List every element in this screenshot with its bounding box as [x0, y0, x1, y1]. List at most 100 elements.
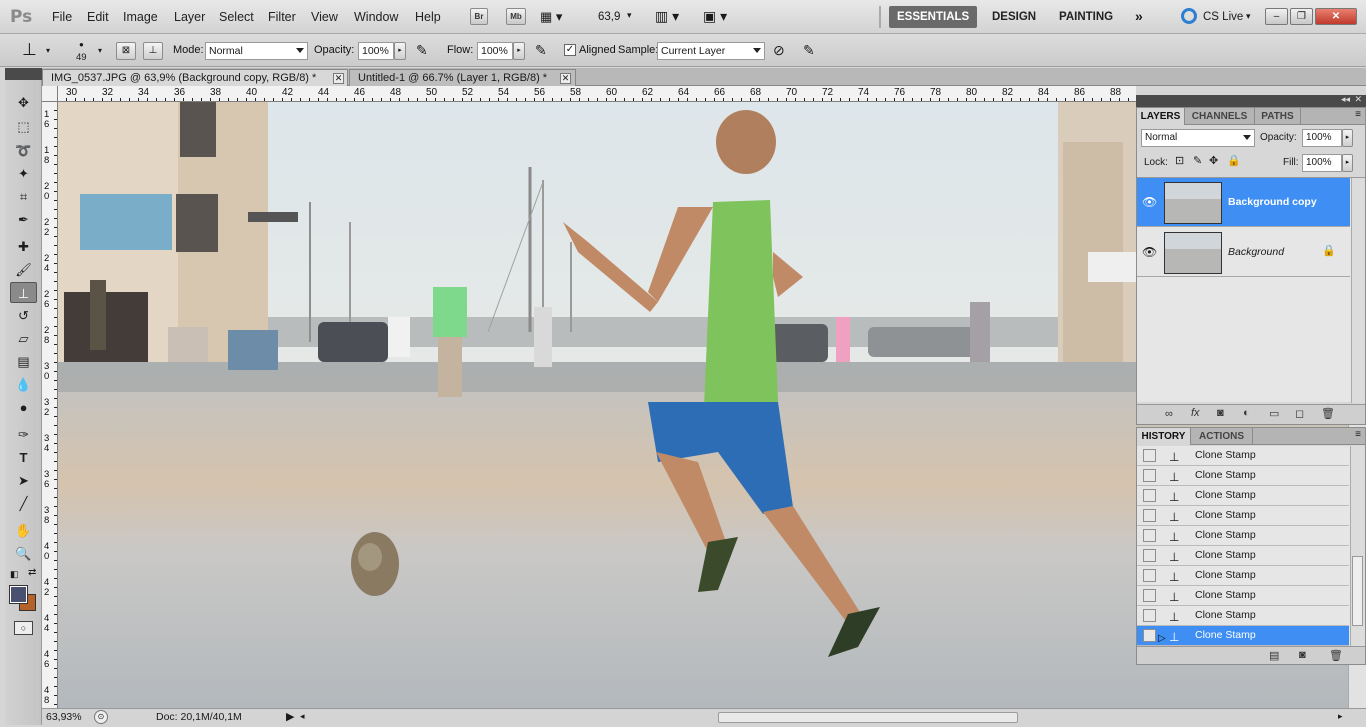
layer-name[interactable]: Background [1228, 246, 1284, 258]
delete-layer-icon[interactable]: 🗑 [1321, 407, 1335, 420]
history-state[interactable]: ⊥ Clone Stamp [1137, 546, 1349, 566]
adjustment-layer-icon[interactable]: ◐ [1243, 407, 1250, 419]
new-document-from-state-icon[interactable]: ▤ [1269, 649, 1279, 662]
pen-tool-icon[interactable]: ✑ [10, 424, 37, 445]
history-source-checkbox[interactable] [1143, 549, 1156, 562]
new-layer-icon[interactable]: ◻ [1295, 407, 1304, 420]
menu-file[interactable]: File [52, 10, 72, 24]
brush-dropdown-icon[interactable]: ▾ [98, 46, 102, 55]
lock-all-icon[interactable]: 🔒 [1227, 154, 1241, 167]
collapse-panels-icon[interactable]: ◂◂ [1341, 94, 1350, 105]
quick-selection-tool-icon[interactable]: ✦ [10, 163, 37, 184]
swap-colors-icon[interactable]: ⇄ [28, 567, 36, 578]
history-source-checkbox[interactable] [1143, 589, 1156, 602]
workspace-painting[interactable]: PAINTING [1051, 6, 1121, 28]
clone-stamp-preset-icon[interactable]: ⊥ [22, 40, 37, 60]
mode-select[interactable]: Normal [205, 42, 308, 60]
history-scrollbar[interactable] [1350, 446, 1365, 646]
menu-help[interactable]: Help [415, 10, 441, 24]
history-source-checkbox[interactable] [1143, 609, 1156, 622]
menu-layer[interactable]: Layer [174, 10, 205, 24]
lock-transparency-icon[interactable]: ⊡ [1175, 154, 1184, 167]
menu-filter[interactable]: Filter [268, 10, 296, 24]
history-state[interactable]: ⊥ Clone Stamp [1137, 486, 1349, 506]
menu-window[interactable]: Window [354, 10, 398, 24]
clone-source-icon[interactable]: ⊥ [143, 42, 163, 60]
zoom-level[interactable]: 63,9 [598, 11, 620, 23]
airbrush-icon[interactable]: ✎ [535, 42, 547, 59]
flow-input[interactable]: 100% [477, 42, 513, 60]
layer-row-background-copy[interactable]: 👁 Background copy [1137, 178, 1350, 227]
dodge-tool-icon[interactable]: ● [10, 397, 37, 418]
layer-opacity-slider-toggle[interactable]: ▸ [1342, 129, 1353, 147]
healing-brush-tool-icon[interactable]: ✚ [10, 236, 37, 257]
minibridge-button[interactable]: Mb [506, 8, 526, 25]
eraser-tool-icon[interactable]: ▱ [10, 328, 37, 349]
type-tool-icon[interactable]: T [10, 447, 37, 468]
lock-position-icon[interactable]: ✥ [1209, 154, 1218, 167]
foreground-color-swatch[interactable] [9, 585, 28, 604]
history-source-checkbox[interactable] [1143, 489, 1156, 502]
menu-view[interactable]: View [311, 10, 338, 24]
new-group-icon[interactable]: ▭ [1269, 407, 1279, 420]
panels-header[interactable]: ◂◂ ✕ [1136, 94, 1366, 107]
history-state[interactable]: ⊥ Clone Stamp [1137, 606, 1349, 626]
history-brush-tool-icon[interactable]: ↺ [10, 305, 37, 326]
delete-state-icon[interactable]: 🗑 [1329, 649, 1343, 662]
status-info-icon[interactable]: ⊙ [94, 710, 108, 724]
tab-paths[interactable]: PATHS [1255, 108, 1301, 125]
arrange-documents-icon[interactable]: ▥ ▾ [655, 8, 679, 25]
panel-menu-icon[interactable]: ≡ [1355, 429, 1361, 440]
close-icon[interactable]: ✕ [560, 73, 571, 84]
blur-tool-icon[interactable]: 💧 [10, 374, 37, 395]
crop-tool-icon[interactable]: ⌗ [10, 186, 37, 207]
flow-slider-toggle[interactable]: ▸ [513, 42, 525, 60]
fill-input[interactable]: 100% [1302, 154, 1342, 172]
more-workspaces-icon[interactable]: » [1135, 8, 1143, 24]
layer-name[interactable]: Background copy [1228, 196, 1317, 208]
tab-img-0537[interactable]: IMG_0537.JPG @ 63,9% (Background copy, R… [42, 69, 348, 86]
default-colors-icon[interactable]: ◧ [10, 569, 19, 580]
history-state[interactable]: ⊥ Clone Stamp [1137, 526, 1349, 546]
cs-live-label[interactable]: CS Live [1203, 11, 1243, 23]
brush-preview-icon[interactable]: ● [79, 40, 84, 49]
zoom-tool-icon[interactable]: 🔍 [10, 543, 37, 564]
tab-channels[interactable]: CHANNELS [1185, 108, 1255, 125]
horizontal-scroll-thumb[interactable] [718, 712, 1018, 723]
layer-style-icon[interactable]: fx [1191, 407, 1200, 419]
screen-mode-icon[interactable]: ▣ ▾ [703, 8, 727, 25]
visibility-eye-icon[interactable]: 👁 [1142, 245, 1157, 259]
path-selection-tool-icon[interactable]: ➤ [10, 470, 37, 491]
scroll-left-icon[interactable]: ◂ [300, 711, 305, 722]
hand-tool-icon[interactable]: ✋ [10, 520, 37, 541]
status-menu-arrow-icon[interactable]: ▶ [286, 710, 294, 723]
history-source-checkbox[interactable] [1143, 529, 1156, 542]
horizontal-ruler[interactable]: 30 32 34 36 38 40 42 44 46 48 50 52 54 5… [58, 86, 1136, 102]
workspace-essentials[interactable]: ESSENTIALS [889, 6, 977, 28]
line-tool-icon[interactable]: ╱ [10, 493, 37, 514]
history-state[interactable]: ⊥ Clone Stamp [1137, 586, 1349, 606]
opacity-input[interactable]: 100% [358, 42, 394, 60]
close-button[interactable]: ✕ [1315, 8, 1357, 25]
visibility-eye-icon[interactable]: 👁 [1142, 195, 1157, 209]
tab-actions[interactable]: ACTIONS [1191, 428, 1253, 445]
history-source-checkbox[interactable] [1143, 569, 1156, 582]
clone-stamp-tool-icon[interactable]: ⊥ [10, 282, 37, 303]
link-layers-icon[interactable]: ∞ [1165, 408, 1173, 420]
blend-mode-select[interactable]: Normal [1141, 129, 1255, 147]
bridge-button[interactable]: Br [470, 8, 488, 25]
aligned-checkbox[interactable]: ✓ [564, 44, 576, 56]
lasso-tool-icon[interactable]: ➰ [10, 140, 37, 161]
opacity-slider-toggle[interactable]: ▸ [394, 42, 406, 60]
menu-select[interactable]: Select [219, 10, 254, 24]
vertical-ruler[interactable]: 16 18 20 22 24 26 28 30 32 34 36 38 40 4… [42, 102, 58, 708]
history-source-checkbox[interactable] [1143, 469, 1156, 482]
menu-edit[interactable]: Edit [87, 10, 109, 24]
history-source-checkbox[interactable] [1143, 449, 1156, 462]
new-snapshot-icon[interactable]: ◙ [1299, 649, 1306, 661]
close-icon[interactable]: ✕ [333, 73, 344, 84]
fill-slider-toggle[interactable]: ▸ [1342, 154, 1353, 172]
ruler-corner[interactable] [42, 86, 58, 102]
lock-image-icon[interactable]: ✎ [1193, 154, 1202, 167]
history-state[interactable]: ⊥ Clone Stamp [1137, 506, 1349, 526]
